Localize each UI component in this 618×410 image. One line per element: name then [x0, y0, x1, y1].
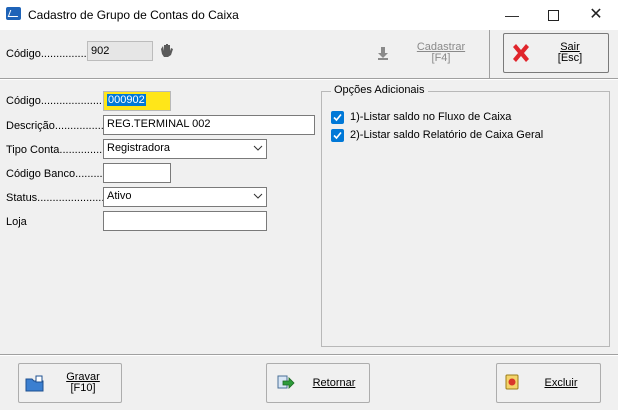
excluir-button[interactable]: Excluir: [496, 363, 601, 403]
chevron-down-icon[interactable]: [250, 188, 266, 206]
cadastrar-label-line2: [F4]: [431, 52, 451, 64]
app-icon: [6, 7, 21, 20]
cadastrar-label: Cadastrar [F4]: [416, 42, 466, 64]
top-codigo-label: Código.................: [6, 48, 93, 60]
title-bar[interactable]: Cadastro de Grupo de Contas do Caixa — ✕: [0, 0, 618, 30]
opcoes-title: Opções Adicionais: [331, 84, 428, 96]
delete-icon: [504, 374, 520, 390]
loja-label: Loja: [6, 216, 27, 228]
maximize-button[interactable]: [533, 0, 573, 30]
status-value: Ativo: [107, 190, 132, 202]
gravar-label: Gravar [F10]: [65, 372, 101, 394]
codigo-banco-input[interactable]: [103, 163, 171, 183]
tipo-conta-select[interactable]: Registradora: [103, 139, 267, 159]
opcao-fluxo-caixa-label[interactable]: 1)-Listar saldo no Fluxo de Caixa: [350, 111, 511, 123]
folder-save-icon: [25, 374, 45, 394]
excluir-label-text: Excluir: [544, 377, 578, 389]
checkbox-checked[interactable]: [331, 129, 344, 142]
gravar-button[interactable]: Gravar [F10]: [18, 363, 122, 403]
codigo-label: Código........................: [6, 95, 115, 107]
chevron-down-icon[interactable]: [250, 140, 266, 158]
descricao-input[interactable]: REG.TERMINAL 002: [103, 115, 315, 135]
maximize-icon: [548, 10, 559, 21]
descricao-label: Descrição....................: [6, 120, 117, 132]
cadastrar-button[interactable]: Cadastrar [F4]: [371, 33, 475, 73]
bottom-separator: [0, 354, 618, 355]
opcao-relatorio-caixa-label[interactable]: 2)-Listar saldo Relatório de Caixa Geral: [350, 129, 543, 141]
retornar-label-text: Retornar: [312, 377, 356, 389]
tipo-conta-label: Tipo Conta.................: [6, 144, 112, 156]
top-separator: [0, 78, 618, 79]
tipo-conta-value: Registradora: [107, 142, 170, 154]
checkbox-checked[interactable]: [331, 111, 344, 124]
sair-label-line2: [Esc]: [557, 52, 583, 64]
sair-button[interactable]: Sair [Esc]: [503, 33, 609, 73]
toolbar-divider: [489, 30, 490, 78]
excluir-label: Excluir: [541, 378, 581, 389]
gravar-label-line2: [F10]: [70, 382, 96, 394]
codigo-input[interactable]: 000902: [103, 91, 171, 111]
sair-label: Sair [Esc]: [550, 42, 590, 64]
hand-icon[interactable]: [159, 42, 175, 58]
retornar-button[interactable]: Retornar: [266, 363, 370, 403]
window-title: Cadastro de Grupo de Contas do Caixa: [28, 8, 239, 22]
loja-input[interactable]: [103, 211, 267, 231]
status-select[interactable]: Ativo: [103, 187, 267, 207]
codigo-value: 000902: [107, 94, 146, 106]
top-codigo-field: 902: [87, 41, 153, 61]
codigo-banco-label: Código Banco...........: [6, 168, 109, 180]
minimize-button[interactable]: —: [492, 0, 532, 30]
status-label: Status........................: [6, 192, 111, 204]
return-arrow-icon: [275, 373, 295, 393]
red-x-icon: [510, 42, 532, 64]
arrow-down-icon: [376, 46, 390, 60]
retornar-label: Retornar: [311, 378, 357, 389]
close-button[interactable]: ✕: [576, 0, 616, 30]
